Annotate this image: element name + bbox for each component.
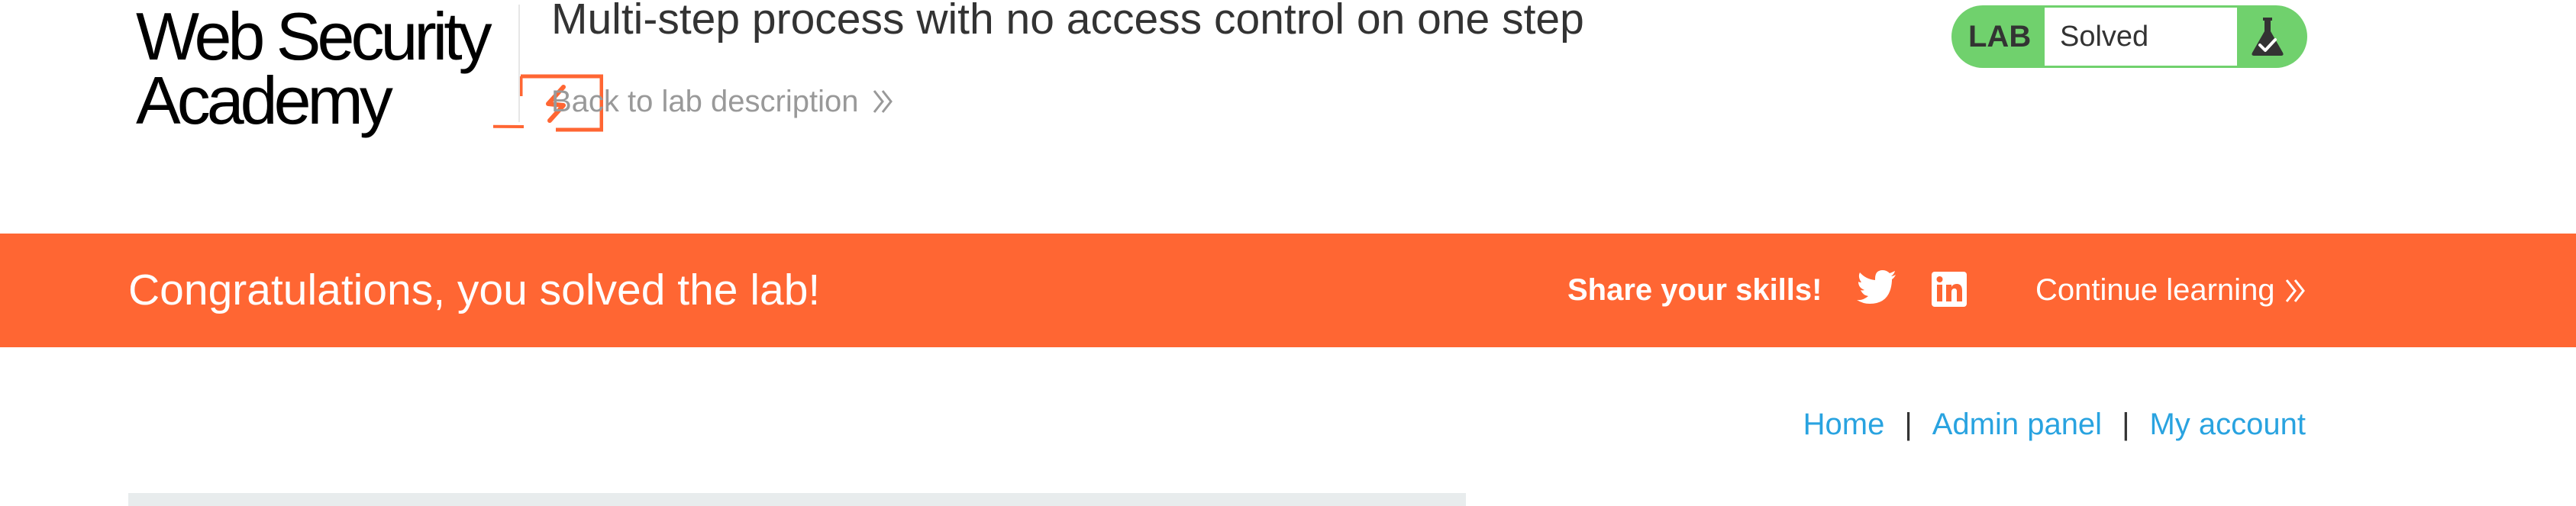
solved-banner: Congratulations, you solved the lab! Sha… [0,234,2576,347]
continue-learning-label: Continue learning [2035,273,2275,307]
nav-separator: | [1904,407,1913,441]
lab-header: Web Security Academy Multi-step process … [0,0,2576,234]
logo-line-1: Web Security [136,0,492,74]
share-skills-label: Share your skills! [1567,273,1822,307]
lab-status-label: LAB [1968,20,2032,53]
linkedin-icon[interactable] [1932,272,1967,307]
flask-check-icon [2252,18,2284,56]
web-security-academy-logo[interactable]: Web Security Academy [128,0,603,139]
header-divider [518,5,520,122]
nav-admin-panel-link[interactable]: Admin panel [1932,408,2102,442]
nav-home-link[interactable]: Home [1803,408,1885,442]
nav-separator: | [2122,407,2130,441]
back-link-label: Back to lab description [551,85,859,118]
double-chevron-right-icon [2285,279,2305,302]
lab-title: Multi-step process with no access contro… [551,0,1584,44]
double-chevron-right-icon [873,90,893,113]
lab-status-widget: LAB Solved [1951,5,2307,68]
continue-learning-link[interactable]: Continue learning [2035,234,2307,347]
logo-line-2: Academy [136,63,393,138]
content-panel [128,493,1466,506]
back-to-lab-description-link[interactable]: Back to lab description [551,82,895,121]
congratulations-message: Congratulations, you solved the lab! [128,266,821,314]
lab-status-state-box: Solved [2045,8,2237,66]
nav-my-account-link[interactable]: My account [2149,408,2306,442]
top-navigation: Home | Admin panel | My account [1803,401,2306,447]
twitter-icon[interactable] [1857,270,1896,305]
lab-status-state: Solved [2060,21,2149,53]
